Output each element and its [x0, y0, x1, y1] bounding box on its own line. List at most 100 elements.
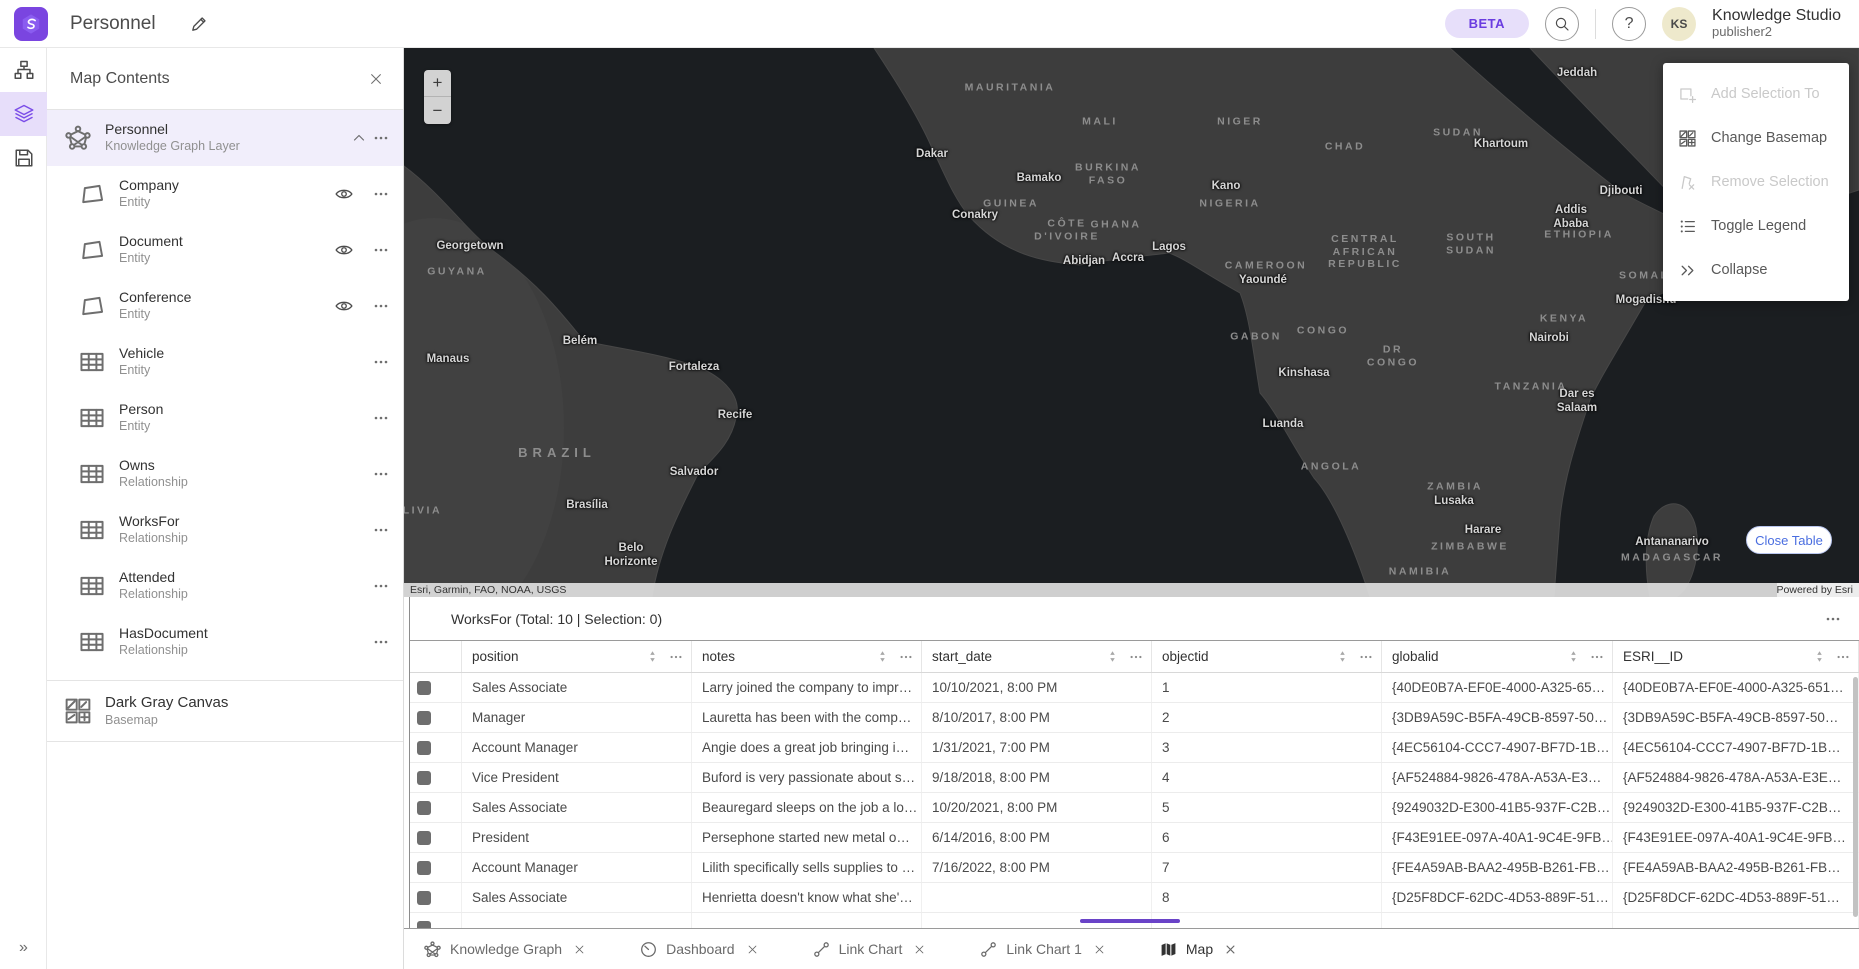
column-header-esri__id[interactable]: ESRI__ID: [1613, 641, 1859, 672]
zoom-in-button[interactable]: +: [424, 70, 451, 97]
menu-item-change-basemap[interactable]: Change Basemap: [1663, 116, 1849, 160]
cell-esri_id: {40DE0B7A-EF0E-4000-A325-651…: [1613, 673, 1859, 702]
hierarchy-icon: [14, 60, 34, 80]
layer-options-dots-icon[interactable]: [373, 298, 389, 314]
menu-item-collapse[interactable]: Collapse: [1663, 248, 1849, 292]
tab-close-icon[interactable]: [914, 944, 934, 955]
search-icon[interactable]: [1545, 7, 1579, 41]
layer-options-dots-icon[interactable]: [373, 466, 389, 482]
column-header-start_date[interactable]: start_date: [922, 641, 1152, 672]
rail-item-save[interactable]: [0, 136, 47, 180]
layer-row-vehicle[interactable]: VehicleEntity: [47, 334, 403, 390]
sort-arrows-icon[interactable]: [1567, 650, 1580, 663]
layer-row-worksfor[interactable]: WorksForRelationship: [47, 502, 403, 558]
layer-text: OwnsRelationship: [119, 457, 367, 490]
table-row[interactable]: PresidentPersephone started new metal o……: [410, 823, 1859, 853]
cell-position: Manager: [462, 703, 692, 732]
table-row[interactable]: Sales AssociateHenrietta doesn't know wh…: [410, 883, 1859, 913]
tab-map[interactable]: Map: [1160, 941, 1245, 958]
layer-options-dots-icon[interactable]: [373, 186, 389, 202]
column-options-dots-icon[interactable]: [899, 650, 913, 664]
column-header-globalid[interactable]: globalid: [1382, 641, 1613, 672]
column-options-dots-icon[interactable]: [1129, 650, 1143, 664]
tab-close-icon[interactable]: [747, 944, 767, 955]
table-horizontal-scroll-thumb[interactable]: [1080, 919, 1180, 923]
tab-link-chart[interactable]: Link Chart: [813, 941, 935, 958]
layer-options-dots-icon[interactable]: [373, 354, 389, 370]
layer-row-hasdocument[interactable]: HasDocumentRelationship: [47, 614, 403, 670]
sort-arrows-icon[interactable]: [1336, 650, 1349, 663]
layer-options-dots-icon[interactable]: [373, 578, 389, 594]
menu-item-add-selection-to: Add Selection To: [1663, 72, 1849, 116]
row-checkbox-cell: [410, 823, 462, 852]
column-options-dots-icon[interactable]: [1836, 650, 1850, 664]
layer-row-company[interactable]: CompanyEntity: [47, 166, 403, 222]
layer-options-dots-icon[interactable]: [373, 410, 389, 426]
layer-text: PersonEntity: [119, 401, 367, 434]
row-checkbox[interactable]: [417, 831, 431, 845]
table-row[interactable]: Vice PresidentBuford is very passionate …: [410, 763, 1859, 793]
row-checkbox[interactable]: [417, 921, 431, 929]
column-header-position[interactable]: position: [462, 641, 692, 672]
close-table-button[interactable]: Close Table: [1746, 526, 1832, 554]
menu-item-toggle-legend[interactable]: Toggle Legend: [1663, 204, 1849, 248]
expand-rail-icon[interactable]: »: [0, 933, 47, 963]
layer-row-attended[interactable]: AttendedRelationship: [47, 558, 403, 614]
layer-row-owns[interactable]: OwnsRelationship: [47, 446, 403, 502]
table-options-dots-icon[interactable]: [1825, 611, 1841, 627]
app-logo-icon[interactable]: [14, 7, 48, 41]
sort-arrows-icon[interactable]: [646, 650, 659, 663]
cell-esri_id: {4EC56104-CCC7-4907-BF7D-1B…: [1613, 733, 1859, 762]
table-vertical-scrollbar[interactable]: [1853, 677, 1858, 917]
row-checkbox[interactable]: [417, 891, 431, 905]
sort-arrows-icon[interactable]: [1813, 650, 1826, 663]
column-options-dots-icon[interactable]: [1590, 650, 1604, 664]
sort-arrows-icon[interactable]: [1106, 650, 1119, 663]
layer-options-dots-icon[interactable]: [373, 130, 389, 146]
link-tab-icon: [813, 941, 839, 958]
table-row[interactable]: ManagerLauretta has been with the comp…8…: [410, 703, 1859, 733]
visibility-eye-icon[interactable]: [335, 297, 353, 315]
row-checkbox[interactable]: [417, 681, 431, 695]
rail-item-hierarchy[interactable]: [0, 48, 47, 92]
column-header-notes[interactable]: notes: [692, 641, 922, 672]
visibility-eye-icon[interactable]: [335, 185, 353, 203]
tab-link-chart-1[interactable]: Link Chart 1: [980, 941, 1113, 958]
visibility-eye-icon[interactable]: [335, 241, 353, 259]
user-avatar[interactable]: KS: [1662, 7, 1696, 41]
tab-close-icon[interactable]: [1225, 944, 1245, 955]
column-options-dots-icon[interactable]: [669, 650, 683, 664]
panel-close-icon[interactable]: [369, 72, 383, 86]
layer-options-dots-icon[interactable]: [373, 634, 389, 650]
layer-row-conference[interactable]: ConferenceEntity: [47, 278, 403, 334]
table-row[interactable]: Account ManagerAngie does a great job br…: [410, 733, 1859, 763]
tab-dashboard[interactable]: Dashboard: [640, 941, 767, 958]
row-checkbox[interactable]: [417, 741, 431, 755]
sort-arrows-icon[interactable]: [876, 650, 889, 663]
rail-item-layers[interactable]: [0, 92, 47, 136]
layer-row-person[interactable]: PersonEntity: [47, 390, 403, 446]
layer-row-personnel[interactable]: PersonnelKnowledge Graph Layer: [47, 110, 403, 166]
edit-title-pencil-icon[interactable]: [190, 15, 208, 33]
row-checkbox[interactable]: [417, 861, 431, 875]
collapse-chevron-icon[interactable]: [351, 130, 367, 146]
row-checkbox[interactable]: [417, 771, 431, 785]
layer-options-dots-icon[interactable]: [373, 522, 389, 538]
column-options-dots-icon[interactable]: [1359, 650, 1373, 664]
tab-close-icon[interactable]: [574, 944, 594, 955]
help-icon[interactable]: ?: [1612, 7, 1646, 41]
tab-close-icon[interactable]: [1094, 944, 1114, 955]
column-header-objectid[interactable]: objectid: [1152, 641, 1382, 672]
layer-row-document[interactable]: DocumentEntity: [47, 222, 403, 278]
zoom-out-button[interactable]: −: [424, 97, 451, 124]
tab-knowledge-graph[interactable]: Knowledge Graph: [424, 941, 594, 958]
table-row[interactable]: Account ManagerLilith specifically sells…: [410, 853, 1859, 883]
table-row[interactable]: Sales AssociateLarry joined the company …: [410, 673, 1859, 703]
row-checkbox[interactable]: [417, 801, 431, 815]
row-checkbox[interactable]: [417, 711, 431, 725]
basemap-row[interactable]: Dark Gray Canvas Basemap: [47, 680, 403, 742]
table-row[interactable]: Sales AssociateBeauregard sleeps on the …: [410, 793, 1859, 823]
map-canvas[interactable]: JeddahKhartoumDakarBamakoKanoConakryGeor…: [404, 48, 1859, 597]
layer-sublabel: Entity: [119, 251, 335, 267]
layer-options-dots-icon[interactable]: [373, 242, 389, 258]
